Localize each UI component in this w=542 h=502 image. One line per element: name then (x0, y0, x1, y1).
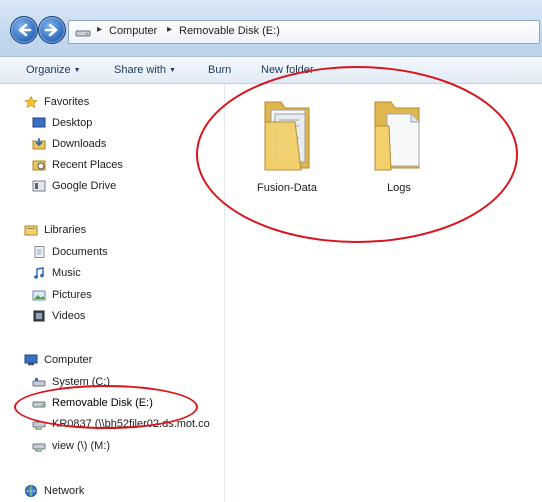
folder-name: Logs (387, 182, 411, 194)
sidebar-item-label: Music (52, 267, 81, 279)
chevron-down-icon: ▼ (168, 67, 176, 74)
title-bar: ▸ Computer ▸ Removable Disk (E:) (0, 0, 542, 57)
folder-fusion-data[interactable]: Fusion-Data (247, 96, 327, 194)
sidebar-item-label: Videos (52, 310, 86, 322)
address-bar[interactable]: ▸ Computer ▸ Removable Disk (E:) (68, 20, 540, 44)
forward-button[interactable] (38, 16, 66, 44)
organize-label: Organize (26, 64, 71, 76)
sidebar-item-google-drive[interactable]: Google Drive (32, 178, 116, 194)
share-with-button[interactable]: Share with ▼ (114, 64, 176, 76)
sidebar-computer[interactable]: Computer (24, 352, 92, 368)
sidebar-item-videos[interactable]: Videos (32, 308, 85, 324)
folder-logs[interactable]: Logs (359, 96, 439, 194)
organize-button[interactable]: Organize ▼ (26, 64, 81, 76)
pictures-icon (32, 290, 46, 301)
recent-places-icon (32, 160, 46, 171)
sidebar-item-label: Documents (52, 246, 108, 258)
share-with-label: Share with (114, 64, 166, 76)
hard-drive-icon (32, 378, 46, 387)
google-drive-icon (32, 180, 46, 192)
sidebar-favorites-label: Favorites (44, 96, 90, 108)
network-drive-icon (32, 443, 46, 452)
computer-icon (24, 354, 38, 366)
sidebar-libraries[interactable]: Libraries (24, 222, 86, 238)
sidebar-item-pictures[interactable]: Pictures (32, 287, 92, 303)
sidebar-item-label: Pictures (52, 289, 92, 301)
navigation-pane: Favorites Desktop Downloads Recent Place… (0, 84, 225, 502)
music-icon (34, 267, 44, 279)
folder-with-files-icon (264, 101, 310, 171)
downloads-icon (32, 138, 46, 150)
chevron-down-icon: ▼ (73, 67, 81, 74)
folder-name: Fusion-Data (257, 182, 317, 194)
removable-disk-icon (32, 401, 46, 408)
burn-button[interactable]: Burn (208, 64, 231, 76)
drive-icon (75, 30, 91, 37)
sidebar-item-removable-disk[interactable]: Removable Disk (E:) (32, 395, 153, 411)
star-icon (24, 96, 38, 108)
back-arrow-icon (18, 23, 32, 37)
desktop-icon (32, 117, 46, 128)
sidebar-item-label: Recent Places (52, 159, 123, 171)
sidebar-network-label: Network (44, 485, 85, 497)
sidebar-item-label: System (C:) (52, 376, 111, 388)
sidebar-item-label: Removable Disk (E:) (52, 397, 153, 409)
network-icon (25, 485, 37, 497)
sidebar-computer-label: Computer (44, 354, 93, 366)
forward-arrow-icon (44, 23, 58, 37)
breadcrumb-separator-icon: ▸ (167, 24, 173, 35)
sidebar-favorites[interactable]: Favorites (24, 94, 89, 110)
folder-with-document-icon (374, 101, 420, 171)
network-drive-icon (32, 421, 46, 430)
sidebar-item-system-c[interactable]: System (C:) (32, 374, 110, 390)
sidebar-item-label: view (\) (M:) (52, 440, 111, 452)
sidebar-item-network-drive-kr0837[interactable]: KR0837 (\\bh52filer02.ds.mot.co (32, 416, 210, 432)
documents-icon (34, 246, 45, 258)
back-button[interactable] (10, 16, 38, 44)
sidebar-item-downloads[interactable]: Downloads (32, 136, 106, 152)
sidebar-item-label: Downloads (52, 138, 107, 150)
breadcrumb-computer[interactable]: Computer (109, 25, 157, 37)
sidebar-item-label: Google Drive (52, 180, 117, 192)
command-toolbar: Organize ▼ Share with ▼ Burn New folder (0, 57, 542, 84)
breadcrumb-separator-icon: ▸ (97, 24, 103, 35)
sidebar-network[interactable]: Network (24, 483, 84, 499)
libraries-icon (24, 225, 38, 236)
new-folder-button[interactable]: New folder (261, 64, 314, 76)
sidebar-item-label: Desktop (52, 117, 93, 129)
sidebar-item-network-drive-m[interactable]: view (\) (M:) (32, 438, 110, 454)
sidebar-item-recent-places[interactable]: Recent Places (32, 157, 123, 173)
sidebar-libraries-label: Libraries (44, 224, 87, 236)
sidebar-item-documents[interactable]: Documents (32, 244, 108, 260)
content-pane: Fusion-Data Logs (225, 84, 542, 502)
sidebar-item-label: KR0837 (\\bh52filer02.ds.mot.co (52, 418, 210, 430)
sidebar-item-desktop[interactable]: Desktop (32, 115, 92, 131)
breadcrumb-removable-disk[interactable]: Removable Disk (E:) (179, 25, 280, 37)
videos-icon (33, 310, 45, 322)
sidebar-item-music[interactable]: Music (32, 265, 81, 281)
